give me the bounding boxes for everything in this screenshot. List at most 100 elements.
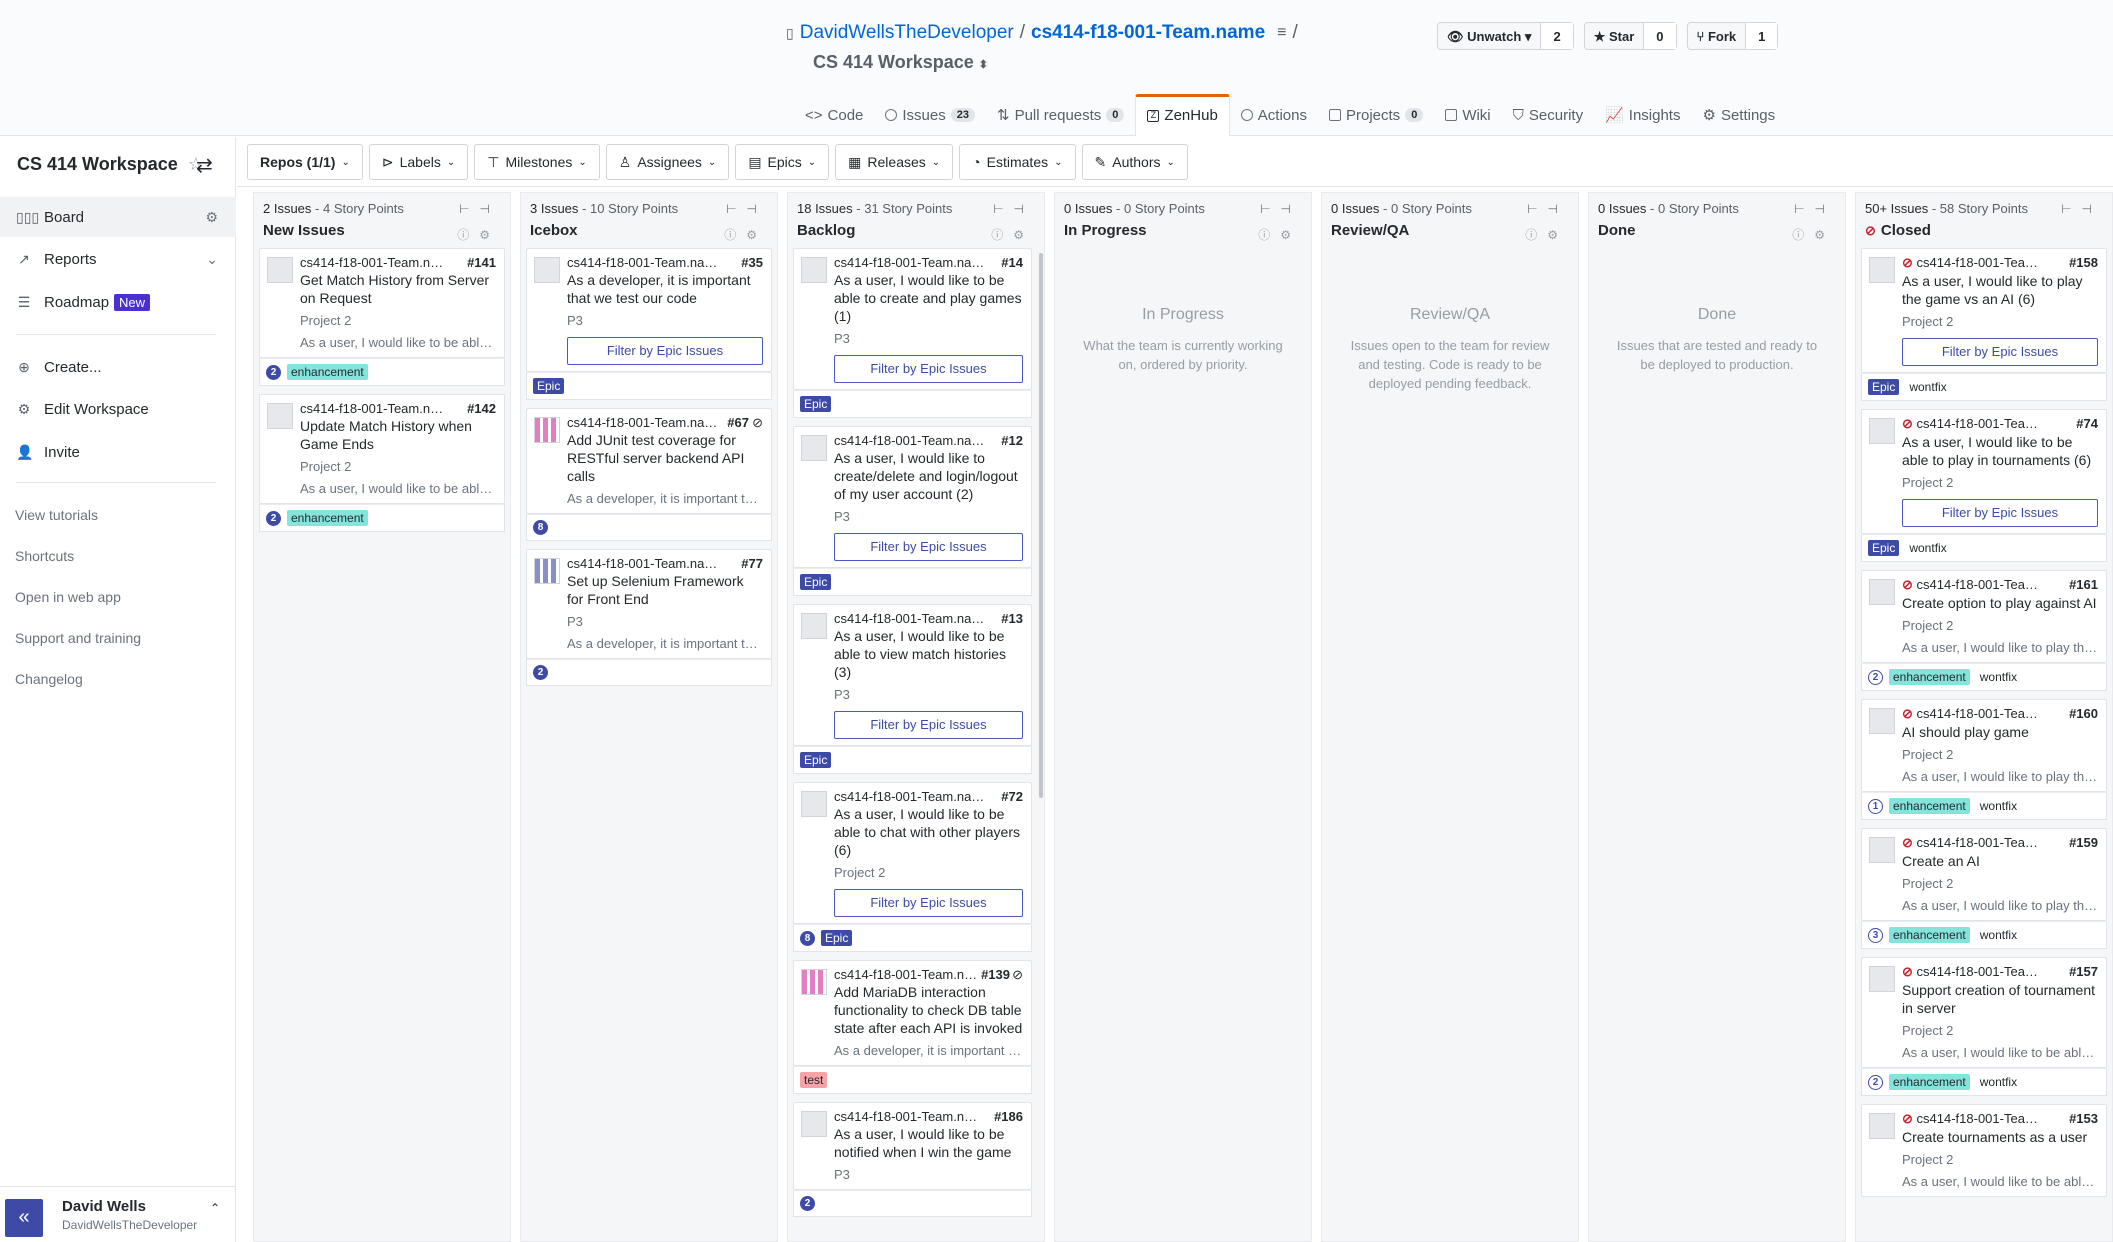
pipeline-collapse-icons[interactable]: ⊢⊣	[1794, 202, 1835, 216]
issue-title[interactable]: Get Match History from Server on Request	[300, 271, 496, 307]
label-epic[interactable]: Epic	[533, 378, 565, 394]
sidebar-item-create[interactable]: ⊕ Create...	[0, 347, 236, 387]
filter-epics[interactable]: ▤ Epics ⌄	[735, 144, 830, 180]
filter-by-epic-button[interactable]: Filter by Epic Issues	[1902, 338, 2098, 366]
pipeline-info-settings-icons[interactable]: ⓘ⚙	[1258, 226, 1301, 243]
issue-card[interactable]: ⊘ cs414-f18-001-Tea…#159 Create an AI ⊤P…	[1861, 828, 2107, 921]
label-epic[interactable]: Epic	[800, 396, 832, 412]
tab-settings[interactable]: ⚙ Settings	[1691, 94, 1786, 136]
filter-by-epic-button[interactable]: Filter by Epic Issues	[834, 355, 1023, 383]
repo-name-link[interactable]: cs414-f18-001-Team.name	[1031, 22, 1265, 44]
view-tutorials-link[interactable]: View tutorials	[15, 507, 98, 523]
issue-title[interactable]: As a user, I would like to create/delete…	[834, 449, 1023, 503]
issue-title[interactable]: Add JUnit test coverage for RESTful serv…	[567, 431, 763, 485]
tab-issues[interactable]: Issues 23	[874, 94, 986, 136]
issue-card[interactable]: cs414-f18-001-Team.na… #35 As a developer…	[526, 248, 772, 372]
issue-title[interactable]: Set up Selenium Framework for Front End	[567, 572, 763, 608]
issue-title[interactable]: Create tournaments as a user	[1902, 1128, 2098, 1146]
label-wontfix[interactable]: wontfix	[1975, 1074, 2022, 1090]
stars-count[interactable]: 0	[1643, 23, 1676, 49]
issue-card[interactable]: cs414-f18-001-Team.n… #141 Get Match Hist…	[259, 248, 505, 358]
issue-card[interactable]: cs414-f18-001-Team.na… #14 As a user, I w…	[793, 248, 1032, 390]
unwatch-button[interactable]: 👁 Unwatch ▾ 2	[1437, 22, 1574, 50]
issue-title[interactable]: As a developer, it is important that we …	[567, 271, 763, 307]
label-enhancement[interactable]: enhancement	[1889, 1074, 1970, 1090]
filter-labels[interactable]: ⊳ Labels ⌄	[368, 144, 469, 180]
issue-card[interactable]: ⊘ cs414-f18-001-Tea… #160 AI should play …	[1861, 699, 2107, 792]
issue-card[interactable]: ⊘ cs414-f18-001-Tea… #74 As a user, I wou…	[1861, 409, 2107, 534]
issue-title[interactable]: As a user, I would like to be able to ch…	[834, 805, 1023, 859]
sidebar-item-edit-workspace[interactable]: ⚙ Edit Workspace	[0, 389, 236, 429]
filter-releases[interactable]: ▦ Releases ⌄	[835, 144, 954, 180]
label-wontfix[interactable]: wontfix	[1905, 379, 1951, 395]
pipeline-info-settings-icons[interactable]: ⓘ⚙	[1525, 226, 1568, 243]
issue-card[interactable]: ⊘ cs414-f18-001-Team.n… #139 Add MariaDB …	[793, 960, 1032, 1066]
pipeline-scrollbar[interactable]	[1039, 253, 1043, 798]
filter-estimates[interactable]: ◔ Estimates ⌄	[959, 144, 1076, 180]
pipeline-collapse-icons[interactable]: ⊢⊣	[1527, 202, 1568, 216]
filter-authors[interactable]: ✎ Authors ⌄	[1081, 144, 1188, 180]
filter-repos[interactable]: Repos (1/1) ⌄	[247, 144, 363, 180]
support-training-link[interactable]: Support and training	[15, 630, 141, 646]
filter-by-epic-button[interactable]: Filter by Epic Issues	[834, 711, 1023, 739]
sidebar-item-roadmap[interactable]: ☰ Roadmap New	[0, 282, 236, 322]
pipeline-collapse-icons[interactable]: ⊢⊣	[1260, 202, 1301, 216]
issue-title[interactable]: Create an AI	[1902, 852, 2098, 870]
changelog-link[interactable]: Changelog	[15, 671, 83, 687]
sidebar-item-reports[interactable]: ↗ Reports ⌄	[0, 239, 236, 279]
pipeline-collapse-icons[interactable]: ⊢⊣	[993, 202, 1034, 216]
issue-title[interactable]: As a user, I would like to be able to vi…	[834, 627, 1023, 681]
filter-by-epic-button[interactable]: Filter by Epic Issues	[834, 889, 1023, 917]
issue-title[interactable]: Create option to play against AI	[1902, 594, 2098, 612]
tab-wiki[interactable]: Wiki	[1434, 94, 1501, 136]
issue-title[interactable]: Update Match History when Game Ends	[300, 417, 496, 453]
label-epic[interactable]: Epic	[1868, 379, 1900, 395]
star-button[interactable]: ★ Star 0	[1583, 22, 1677, 50]
label-enhancement[interactable]: enhancement	[1889, 798, 1970, 814]
issue-title[interactable]: As a user, I would like to be able to pl…	[1902, 433, 2098, 469]
label-wontfix[interactable]: wontfix	[1905, 540, 1951, 556]
label-test[interactable]: test	[800, 1072, 828, 1088]
tab-security[interactable]: ⛉ Security	[1502, 94, 1594, 136]
label-wontfix[interactable]: wontfix	[1975, 927, 2022, 943]
issue-title[interactable]: As a user, I would like to be notified w…	[834, 1125, 1023, 1161]
pipeline-info-settings-icons[interactable]: ⓘ⚙	[991, 226, 1034, 243]
issue-title[interactable]: As a user, I would like to be able to cr…	[834, 271, 1023, 325]
list-icon[interactable]: ≡	[1277, 24, 1286, 42]
chevron-up-icon[interactable]: ⌃	[210, 1201, 220, 1215]
repo-owner-link[interactable]: DavidWellsTheDeveloper	[800, 22, 1014, 44]
collapse-sidebar-icon[interactable]: «	[5, 1199, 43, 1237]
filter-assignees[interactable]: ♙ Assignees ⌄	[605, 144, 730, 180]
sidebar-item-invite[interactable]: 👤 Invite	[0, 432, 236, 472]
switch-workspace-icon[interactable]: ⇄	[196, 153, 213, 178]
fork-button[interactable]: ⑂ Fork 1	[1686, 22, 1779, 50]
filter-by-epic-button[interactable]: Filter by Epic Issues	[834, 533, 1023, 561]
issue-title[interactable]: AI should play game	[1902, 723, 2098, 741]
issue-title[interactable]: Add MariaDB interaction functionality to…	[834, 983, 1023, 1037]
label-wontfix[interactable]: wontfix	[1975, 669, 2022, 685]
tab-actions[interactable]: Actions	[1230, 94, 1318, 136]
issue-card[interactable]: ⊘ cs414-f18-001-Team.na… #67 Add JUnit te…	[526, 408, 772, 514]
label-enhancement[interactable]: enhancement	[287, 510, 368, 526]
tab-projects[interactable]: Projects 0	[1318, 94, 1434, 136]
watchers-count[interactable]: 2	[1540, 23, 1573, 49]
label-enhancement[interactable]: enhancement	[287, 364, 368, 380]
workspace-selector[interactable]: CS 414 Workspace ⬍	[813, 52, 988, 73]
issue-title[interactable]: As a user, I would like to play the game…	[1902, 272, 2098, 308]
filter-milestones[interactable]: ⊤ Milestones ⌄	[474, 144, 600, 180]
tab-pull-requests[interactable]: ⇅ Pull requests 0	[986, 94, 1135, 136]
issue-card[interactable]: cs414-f18-001-Team.na… #12 As a user, I w…	[793, 426, 1032, 568]
pipeline-collapse-icons[interactable]: ⊢⊣	[2061, 202, 2102, 216]
issue-title[interactable]: Support creation of tournament in server	[1902, 981, 2098, 1017]
user-menu[interactable]: « David Wells DavidWellsTheDeveloper ⌃	[0, 1186, 236, 1242]
sidebar-item-board[interactable]: ▯▯▯ Board ⚙	[0, 197, 236, 237]
pipeline-info-settings-icons[interactable]: ⓘ⚙	[1792, 226, 1835, 243]
open-web-app-link[interactable]: Open in web app	[15, 589, 121, 605]
pipeline-collapse-icons[interactable]: ⊢⊣	[459, 202, 500, 216]
tab-zenhub[interactable]: Z ZenHub	[1135, 94, 1230, 136]
label-epic[interactable]: Epic	[1868, 540, 1900, 556]
issue-card[interactable]: cs414-f18-001-Team.na… #72 As a user, I w…	[793, 782, 1032, 924]
label-epic[interactable]: Epic	[800, 574, 832, 590]
issue-card[interactable]: cs414-f18-001-Team.na… #13 As a user, I w…	[793, 604, 1032, 746]
filter-by-epic-button[interactable]: Filter by Epic Issues	[567, 337, 763, 365]
